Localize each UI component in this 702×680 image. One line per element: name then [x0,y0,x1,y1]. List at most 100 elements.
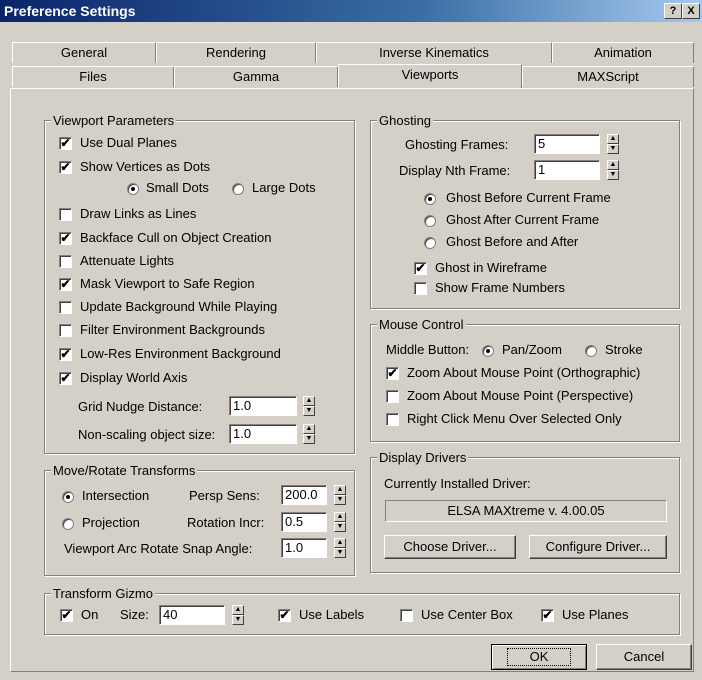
display-world-axis-checkbox[interactable]: ✔ [59,372,72,385]
tab-files[interactable]: Files [12,66,174,87]
tab-general[interactable]: General [12,42,156,63]
spinner-up-icon[interactable]: ▲ [607,134,619,144]
large-dots-label: Large Dots [252,180,316,195]
window-title: Preference Settings [4,3,136,19]
show-frame-numbers-checkbox[interactable] [414,282,427,295]
persp-sens-input[interactable]: 200.0 [281,485,327,505]
gizmo-size-spinner[interactable]: ▲ ▼ [232,605,244,625]
gizmo-size-input[interactable]: 40 [159,605,225,625]
projection-radio[interactable] [62,518,74,530]
ghosting-frames-input[interactable]: 5 [534,134,600,154]
draw-links-checkbox[interactable] [59,208,72,221]
arc-rotate-label: Viewport Arc Rotate Snap Angle: [64,541,253,556]
zoom-persp-checkbox[interactable] [386,390,399,403]
use-center-box-checkbox[interactable] [400,609,413,622]
help-button[interactable]: ? [664,3,682,19]
arc-rotate-spinner[interactable]: ▲ ▼ [334,538,346,558]
gizmo-size-label: Size: [120,607,149,622]
tab-maxscript[interactable]: MAXScript [522,66,694,87]
stroke-label: Stroke [605,342,643,357]
show-frame-numbers-label: Show Frame Numbers [435,280,566,295]
backface-cull-label: Backface Cull on Object Creation [80,230,272,245]
spinner-down-icon[interactable]: ▼ [607,170,619,180]
spinner-up-icon[interactable]: ▲ [232,605,244,615]
persp-sens-label: Persp Sens: [189,488,260,503]
ghosting-frames-spinner[interactable]: ▲ ▼ [607,134,619,154]
tab-rendering[interactable]: Rendering [156,42,316,63]
spinner-down-icon[interactable]: ▼ [607,144,619,154]
rotation-incr-spinner[interactable]: ▲ ▼ [334,512,346,532]
draw-links-label: Draw Links as Lines [80,206,197,221]
display-drivers-title: Display Drivers [377,450,469,465]
ok-button[interactable]: OK [491,644,587,670]
spinner-down-icon[interactable]: ▼ [334,495,346,505]
move-rotate-title: Move/Rotate Transforms [51,463,198,478]
spinner-down-icon[interactable]: ▼ [334,548,346,558]
choose-driver-button[interactable]: Choose Driver... [384,535,516,559]
gizmo-on-checkbox[interactable]: ✔ [60,609,73,622]
display-nth-spinner[interactable]: ▲ ▼ [607,160,619,180]
zoom-persp-label: Zoom About Mouse Point (Perspective) [407,388,634,403]
intersection-label: Intersection [82,488,150,503]
panzoom-radio[interactable] [482,345,494,357]
zoom-ortho-checkbox[interactable]: ✔ [386,367,399,380]
use-planes-checkbox[interactable]: ✔ [541,609,554,622]
spinner-up-icon[interactable]: ▲ [303,424,315,434]
ghost-before-after-radio[interactable] [424,237,436,249]
zoom-ortho-label: Zoom About Mouse Point (Orthographic) [407,365,641,380]
small-dots-radio[interactable] [127,183,139,195]
spinner-down-icon[interactable]: ▼ [334,522,346,532]
filter-environment-checkbox[interactable] [59,324,72,337]
grid-nudge-label: Grid Nudge Distance: [78,399,203,414]
close-button[interactable]: X [682,3,700,19]
lowres-environment-checkbox[interactable]: ✔ [59,348,72,361]
intersection-radio[interactable] [62,491,74,503]
persp-sens-spinner[interactable]: ▲ ▼ [334,485,346,505]
small-dots-label: Small Dots [146,180,209,195]
backface-cull-checkbox[interactable]: ✔ [59,232,72,245]
ghost-wireframe-label: Ghost in Wireframe [435,260,547,275]
tab-animation[interactable]: Animation [552,42,694,63]
ghost-after-label: Ghost After Current Frame [446,212,600,227]
spinner-down-icon[interactable]: ▼ [303,434,315,444]
spinner-up-icon[interactable]: ▲ [303,396,315,406]
spinner-up-icon[interactable]: ▲ [334,538,346,548]
stroke-radio[interactable] [585,345,597,357]
spinner-down-icon[interactable]: ▼ [303,406,315,416]
mask-viewport-checkbox[interactable]: ✔ [59,278,72,291]
configure-driver-button[interactable]: Configure Driver... [529,535,667,559]
tab-gamma[interactable]: Gamma [174,66,338,87]
nonscaling-input[interactable]: 1.0 [229,424,297,444]
spinner-up-icon[interactable]: ▲ [334,485,346,495]
projection-label: Projection [82,515,140,530]
large-dots-radio[interactable] [232,183,244,195]
spinner-down-icon[interactable]: ▼ [232,615,244,625]
right-click-label: Right Click Menu Over Selected Only [407,411,622,426]
use-dual-planes-checkbox[interactable]: ✔ [59,137,72,150]
nonscaling-spinner[interactable]: ▲ ▼ [303,424,315,444]
spinner-up-icon[interactable]: ▲ [334,512,346,522]
ghost-after-radio[interactable] [424,215,436,227]
rotation-incr-input[interactable]: 0.5 [281,512,327,532]
grid-nudge-spinner[interactable]: ▲ ▼ [303,396,315,416]
gizmo-on-label: On [81,607,99,622]
ghost-wireframe-checkbox[interactable]: ✔ [414,262,427,275]
ghosting-frames-label: Ghosting Frames: [405,137,509,152]
use-labels-label: Use Labels [299,607,365,622]
arc-rotate-input[interactable]: 1.0 [281,538,327,558]
grid-nudge-input[interactable]: 1.0 [229,396,297,416]
attenuate-lights-checkbox[interactable] [59,255,72,268]
use-labels-checkbox[interactable]: ✔ [278,609,291,622]
tab-viewports[interactable]: Viewports [338,64,522,88]
spinner-up-icon[interactable]: ▲ [607,160,619,170]
tab-inverse-kinematics[interactable]: Inverse Kinematics [316,42,552,63]
display-nth-input[interactable]: 1 [534,160,600,180]
update-background-checkbox[interactable] [59,301,72,314]
show-vertices-checkbox[interactable]: ✔ [59,161,72,174]
ghost-before-radio[interactable] [424,193,436,205]
attenuate-lights-label: Attenuate Lights [80,253,174,268]
lowres-environment-label: Low-Res Environment Background [80,346,281,361]
driver-name-display: ELSA MAXtreme v. 4.00.05 [385,500,667,522]
cancel-button[interactable]: Cancel [596,644,692,670]
right-click-checkbox[interactable] [386,413,399,426]
